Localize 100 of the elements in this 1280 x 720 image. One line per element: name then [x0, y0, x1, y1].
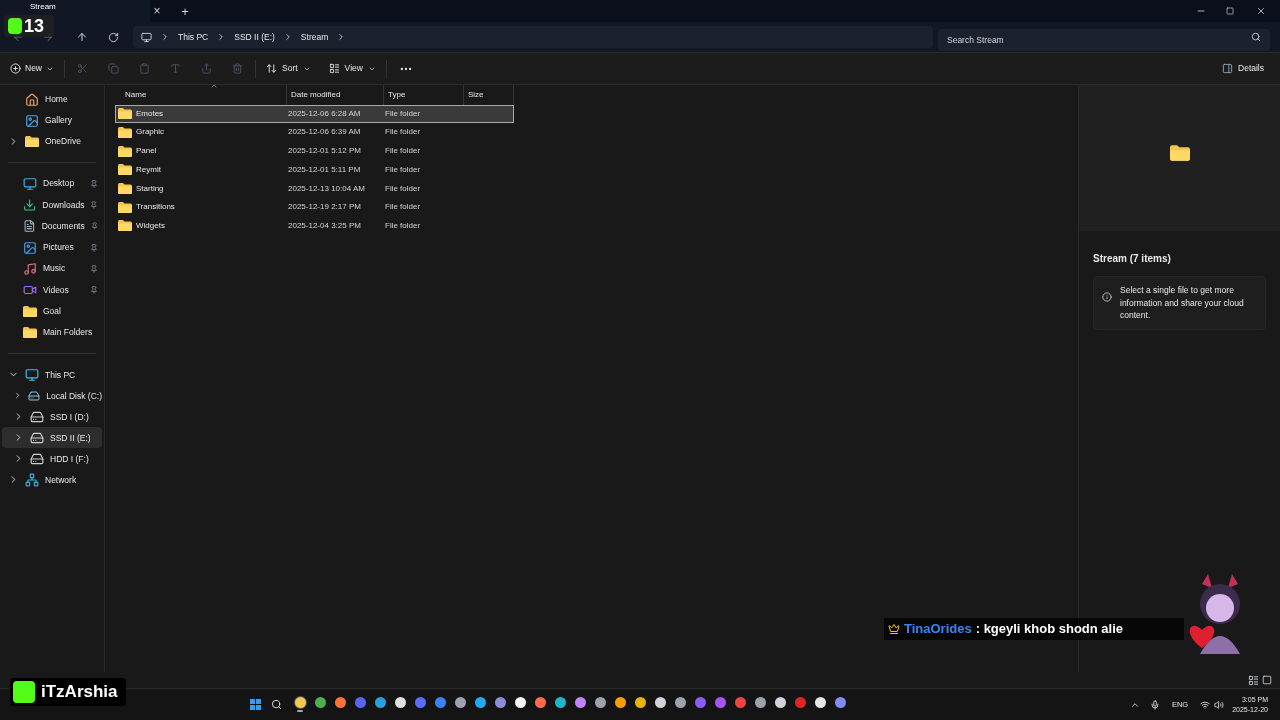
sidebar-item[interactable]: Home	[2, 89, 102, 110]
chat-user: TinaOrides	[904, 620, 972, 639]
type-cell-text: File folder	[385, 145, 422, 158]
app-icon[interactable]	[454, 697, 466, 708]
sidebar-item[interactable]: Desktop	[2, 173, 102, 195]
pin-icon[interactable]	[90, 264, 98, 273]
tree-item[interactable]: Local Disk (C:)	[2, 385, 102, 407]
app-icon[interactable]	[674, 697, 686, 708]
app-icon[interactable]	[594, 697, 606, 708]
sidebar-label: Desktop	[43, 177, 76, 190]
tree-item[interactable]: HDD I (F:)	[2, 448, 102, 470]
search-icon[interactable]	[271, 699, 282, 710]
sidebar-item[interactable]: Documents	[2, 215, 102, 237]
pin-icon[interactable]	[90, 179, 98, 188]
chevron-right-icon[interactable]	[13, 390, 23, 402]
folder-icon	[23, 327, 37, 339]
app-icon[interactable]	[514, 697, 526, 708]
file-name: Graphic	[136, 126, 164, 139]
date-cell-text: 2025-12-01 5:12 PM	[288, 145, 362, 158]
file-row[interactable]: Reymit 2025-12-01 5:11 PM File folder	[115, 161, 514, 179]
app-icon[interactable]	[394, 697, 406, 708]
computer-icon	[141, 31, 152, 43]
close-tab-button[interactable]: ×	[150, 3, 164, 19]
search-field[interactable]: Search Stream	[938, 29, 1270, 51]
file-row[interactable]: Starting 2025-12-13 10:04 AM File folder	[115, 179, 514, 198]
sidebar-item[interactable]: Pictures	[2, 236, 102, 259]
volume-icon[interactable]	[1214, 699, 1225, 710]
wifi-icon[interactable]	[1200, 699, 1211, 710]
app-icon[interactable]	[834, 697, 846, 708]
chevron-right-icon[interactable]	[160, 32, 170, 42]
breadcrumb-item[interactable]: Stream	[300, 30, 329, 44]
sidebar-item[interactable]: Downloads	[2, 194, 102, 216]
info-text: Select a single file to get more information and share your cloud content.	[1120, 284, 1245, 322]
tree-item[interactable]: SSD I (D:)	[2, 406, 102, 428]
sidebar-item[interactable]: Gallery	[2, 110, 102, 131]
maximize-icon[interactable]	[1226, 7, 1234, 15]
file-name: Reymit	[136, 163, 161, 176]
folder-icon	[118, 220, 132, 232]
date-cell-text: 2025-12-13 10:04 AM	[288, 182, 366, 195]
details-view-icon[interactable]	[1248, 674, 1259, 686]
up-icon[interactable]	[76, 31, 88, 43]
tree-label: SSD II (E:)	[50, 431, 91, 445]
panel-icon	[1222, 63, 1233, 74]
sidebar-item[interactable]: Goal	[2, 300, 102, 323]
sidebar-item[interactable]: Music	[2, 258, 102, 280]
file-row[interactable]: Widgets 2025-12-04 3:25 PM File folder	[115, 217, 514, 235]
app-icon[interactable]	[374, 697, 386, 708]
app-icon[interactable]	[314, 697, 326, 708]
file-name: Transitions	[136, 201, 175, 214]
new-button[interactable]: New	[10, 62, 54, 75]
music-icon	[23, 261, 37, 276]
sidebar-label: Pictures	[43, 241, 75, 254]
app-icon[interactable]	[554, 697, 566, 708]
sidebar-item[interactable]: Main Folders	[2, 322, 102, 344]
tree-label: SSD I (D:)	[50, 410, 89, 424]
date-cell-text: 2025-12-01 5:11 PM	[288, 163, 362, 176]
app-icon[interactable]	[654, 697, 666, 708]
sidebar-label: Goal	[43, 305, 62, 318]
app-icon[interactable]	[774, 697, 786, 708]
app-icon[interactable]	[494, 697, 506, 708]
pin-icon[interactable]	[90, 243, 98, 252]
view-button[interactable]: View	[328, 62, 376, 75]
app-icon[interactable]	[294, 697, 306, 708]
sidebar-label: Documents	[41, 219, 85, 233]
app-icon[interactable]	[754, 697, 766, 708]
details-button[interactable]: Details	[1222, 62, 1264, 75]
breadcrumb-item[interactable]: This PC	[178, 30, 209, 44]
pin-icon[interactable]	[90, 200, 98, 209]
logo-number: 13	[24, 17, 45, 35]
app-icon[interactable]	[474, 697, 486, 708]
pin-icon[interactable]	[90, 286, 98, 295]
streamer-name: iTzArshia	[41, 681, 118, 704]
sidebar-item[interactable]: OneDrive	[2, 131, 102, 152]
app-icon[interactable]	[574, 697, 586, 708]
file-row[interactable]: Transitions 2025-12-19 2:17 PM File folder	[115, 198, 514, 216]
drive-icon	[30, 409, 44, 424]
microphone-icon[interactable]	[1149, 699, 1160, 710]
close-icon[interactable]	[1256, 6, 1266, 16]
file-row[interactable]: Emotes 2025-12-06 6:28 AM File folder	[115, 105, 514, 123]
pin-icon[interactable]	[90, 222, 98, 231]
new-tab-button[interactable]: +	[178, 3, 192, 19]
tab-title[interactable]: Stream	[30, 3, 56, 11]
address-bar[interactable]: This PC SSD II (E:) Stream	[133, 26, 933, 48]
tiles-view-icon[interactable]	[1262, 675, 1272, 685]
tree-item[interactable]: SSD II (E:)	[2, 427, 102, 449]
network-icon	[25, 472, 39, 487]
sort-button[interactable]: Sort	[266, 62, 311, 75]
file-row[interactable]: Panel 2025-12-01 5:12 PM File folder	[115, 142, 514, 160]
tree-item[interactable]: Network	[2, 469, 102, 491]
tree-item[interactable]: This PC	[2, 364, 102, 386]
app-icon[interactable]	[614, 697, 626, 708]
breadcrumb-item[interactable]: SSD II (E:)	[234, 30, 275, 44]
refresh-icon[interactable]	[108, 31, 119, 43]
app-icon[interactable]	[814, 697, 826, 708]
app-icon[interactable]	[634, 697, 646, 708]
sidebar-item[interactable]: Videos	[2, 279, 102, 301]
app-icon[interactable]	[534, 697, 546, 708]
app-icon[interactable]	[334, 697, 346, 708]
start-icon[interactable]	[250, 699, 261, 710]
file-row[interactable]: Graphic 2025-12-06 6:39 AM File folder	[115, 123, 514, 142]
